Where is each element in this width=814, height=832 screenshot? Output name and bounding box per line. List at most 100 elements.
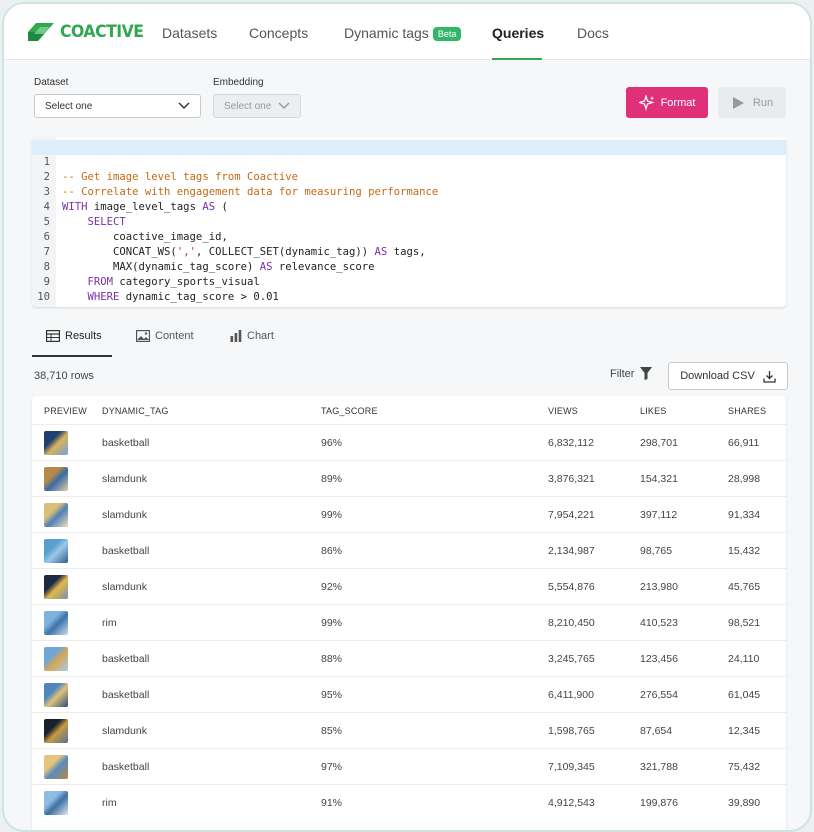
- tab-content[interactable]: Content: [136, 330, 194, 342]
- cell-likes: 276,554: [640, 689, 678, 701]
- cell-views: 7,109,345: [548, 761, 595, 773]
- nav-queries[interactable]: Queries: [492, 25, 544, 41]
- filter-button[interactable]: Filter: [610, 367, 653, 380]
- cell-shares: 39,890: [728, 797, 761, 809]
- table-row[interactable]: basketball 96% 6,832,112 298,701 66,911: [32, 424, 786, 460]
- table-row[interactable]: slamdunk 89% 3,876,321 154,321 28,998: [32, 460, 786, 496]
- preview-thumbnail[interactable]: [44, 611, 68, 635]
- image-icon: [136, 330, 150, 342]
- cell-dynamic-tag: slamdunk: [102, 725, 147, 737]
- code-line: 11 ): [32, 290, 786, 307]
- code-text: GROUP BY coactive_image_id: [62, 305, 254, 307]
- chevron-down-icon: [278, 102, 290, 109]
- beta-badge: Beta: [432, 27, 462, 41]
- cell-shares: 45,765: [728, 581, 761, 593]
- column-header-tag-score[interactable]: TAG_SCORE: [321, 406, 378, 416]
- code-line: 2 -- Correlate with engagement data for …: [32, 155, 786, 198]
- cell-shares: 61,045: [728, 689, 761, 701]
- format-button[interactable]: Format: [626, 87, 708, 118]
- code-line: 1 -- Get image level tags from Coactive: [32, 140, 786, 183]
- column-header-views[interactable]: VIEWS: [548, 406, 578, 416]
- cell-dynamic-tag: slamdunk: [102, 509, 147, 521]
- preview-thumbnail[interactable]: [44, 503, 68, 527]
- preview-thumbnail[interactable]: [44, 683, 68, 707]
- format-button-label: Format: [660, 96, 696, 109]
- table-row[interactable]: slamdunk 99% 7,954,221 397,112 91,334: [32, 496, 786, 532]
- cell-likes: 154,321: [640, 473, 678, 485]
- result-tabs: Results Content Chart: [32, 322, 786, 357]
- code-line: 9 WHERE dynamic_tag_score > 0.01: [32, 260, 786, 303]
- tab-chart[interactable]: Chart: [230, 330, 274, 342]
- dataset-select[interactable]: Select one: [34, 94, 201, 118]
- run-button[interactable]: Run: [718, 87, 786, 118]
- cell-tag-score: 85%: [321, 725, 343, 737]
- filter-icon: [640, 367, 653, 380]
- nav-docs[interactable]: Docs: [577, 25, 609, 41]
- nav-concepts[interactable]: Concepts: [249, 25, 308, 41]
- cell-shares: 91,334: [728, 509, 761, 521]
- code-line: 4 SELECT: [32, 185, 786, 228]
- cell-likes: 98,765: [640, 545, 673, 557]
- cell-tag-score: 97%: [321, 761, 343, 773]
- sql-editor[interactable]: 1 -- Get image level tags from Coactive …: [32, 137, 786, 307]
- column-header-shares[interactable]: SHARES: [728, 406, 766, 416]
- nav-datasets[interactable]: Datasets: [162, 25, 217, 41]
- preview-thumbnail[interactable]: [44, 575, 68, 599]
- preview-thumbnail[interactable]: [44, 539, 68, 563]
- cell-views: 3,245,765: [548, 653, 595, 665]
- cell-dynamic-tag: slamdunk: [102, 473, 147, 485]
- download-csv-button[interactable]: Download CSV: [668, 362, 788, 390]
- cell-likes: 410,523: [640, 617, 678, 629]
- table-row[interactable]: rim 99% 8,210,450 410,523 98,521: [32, 604, 786, 640]
- embedding-select-value: Select one: [224, 101, 272, 112]
- cell-views: 6,411,900: [548, 689, 594, 701]
- cell-views: 1,598,765: [548, 725, 595, 737]
- cell-shares: 24,110: [728, 653, 760, 665]
- preview-thumbnail[interactable]: [44, 647, 68, 671]
- cell-views: 6,832,112: [548, 437, 594, 449]
- brand-name: COACTIVE: [60, 22, 144, 42]
- cell-tag-score: 89%: [321, 473, 343, 485]
- active-nav-indicator: [492, 58, 542, 60]
- code-line: 7 MAX(dynamic_tag_score) AS relevance_sc…: [32, 230, 786, 273]
- dataset-select-value: Select one: [45, 101, 93, 112]
- cell-shares: 12,345: [728, 725, 761, 737]
- preview-thumbnail[interactable]: [44, 719, 68, 743]
- preview-thumbnail[interactable]: [44, 791, 68, 815]
- preview-thumbnail[interactable]: [44, 431, 68, 455]
- app-window: COACTIVE Datasets Concepts Dynamic tags B…: [2, 2, 812, 832]
- cell-shares: 15,432: [728, 545, 761, 557]
- code-line: 3 WITH image_level_tags AS (: [32, 170, 786, 213]
- embedding-select[interactable]: Select one: [213, 94, 301, 118]
- dataset-label: Dataset: [34, 77, 69, 88]
- run-button-label: Run: [752, 96, 774, 109]
- cell-dynamic-tag: basketball: [102, 437, 150, 449]
- nav-dynamic-tags[interactable]: Dynamic tags Beta: [344, 25, 462, 41]
- column-header-likes[interactable]: LIKES: [640, 406, 667, 416]
- cell-shares: 28,998: [728, 473, 761, 485]
- table-row[interactable]: slamdunk 92% 5,554,876 213,980 45,765: [32, 568, 786, 604]
- coactive-logo-icon: [26, 21, 56, 43]
- brand-logo[interactable]: COACTIVE: [26, 21, 151, 43]
- table-row[interactable]: basketball 88% 3,245,765 123,456 24,110: [32, 640, 786, 676]
- cell-dynamic-tag: rim: [102, 797, 117, 809]
- table-row[interactable]: rim 91% 4,912,543 199,876 39,890: [32, 784, 786, 820]
- preview-thumbnail[interactable]: [44, 467, 68, 491]
- tab-results[interactable]: Results: [46, 330, 102, 342]
- cell-views: 8,210,450: [548, 617, 595, 629]
- table-row[interactable]: basketball 86% 2,134,987 98,765 15,432: [32, 532, 786, 568]
- cell-tag-score: 91%: [321, 797, 343, 809]
- preview-thumbnail[interactable]: [44, 755, 68, 779]
- table-row[interactable]: slamdunk 85% 1,598,765 87,654 12,345: [32, 712, 786, 748]
- cell-dynamic-tag: slamdunk: [102, 581, 147, 593]
- table-icon: [46, 330, 60, 342]
- download-csv-label: Download CSV: [680, 370, 755, 382]
- row-count: 38,710 rows: [34, 370, 94, 382]
- column-header-preview[interactable]: PREVIEW: [44, 406, 87, 416]
- active-tab-indicator: [32, 355, 112, 357]
- column-header-dynamic-tag[interactable]: DYNAMIC_TAG: [102, 406, 169, 416]
- code-line: 5 coactive_image_id,: [32, 200, 786, 243]
- table-row[interactable]: basketball 95% 6,411,900 276,554 61,045: [32, 676, 786, 712]
- table-row[interactable]: basketball 97% 7,109,345 321,788 75,432: [32, 748, 786, 784]
- cell-likes: 321,788: [640, 761, 678, 773]
